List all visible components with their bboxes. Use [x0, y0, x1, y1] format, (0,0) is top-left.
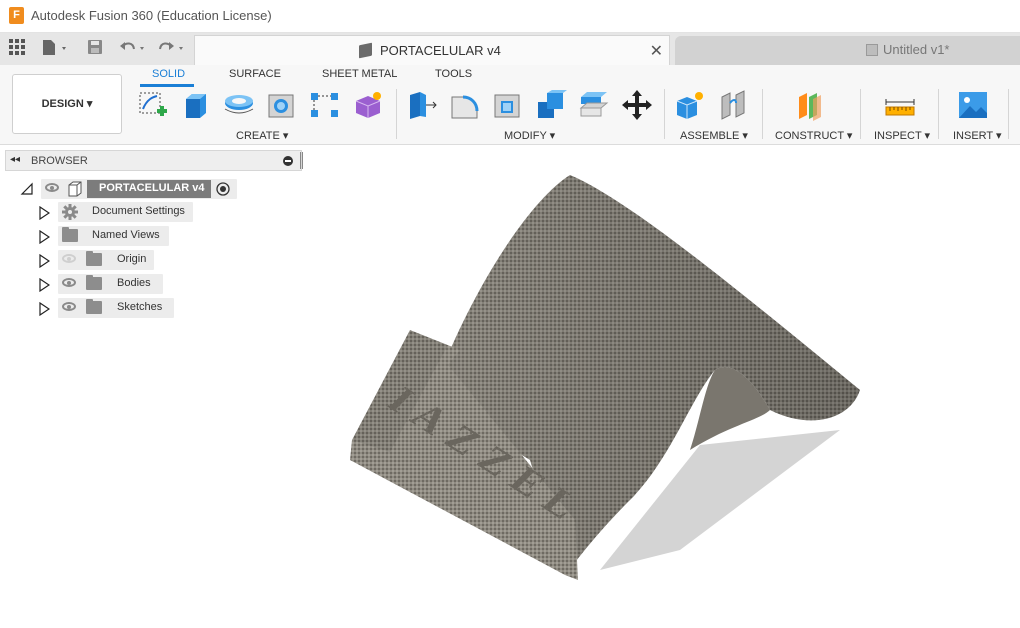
- pattern-icon[interactable]: [309, 89, 341, 121]
- minimize-panel-icon[interactable]: [283, 156, 293, 166]
- offset-plane-icon[interactable]: [795, 89, 827, 121]
- assemble-label: ASSEMBLE: [680, 130, 740, 142]
- panel-resize-handle[interactable]: [300, 152, 303, 169]
- revolve-icon[interactable]: [223, 89, 255, 121]
- expand-triangle-icon[interactable]: [38, 230, 50, 244]
- modify-menu[interactable]: MODIFY ▾: [504, 129, 555, 142]
- create-menu[interactable]: CREATE ▾: [236, 129, 288, 142]
- browser-item-label: Document Settings: [92, 205, 185, 217]
- measure-icon[interactable]: [884, 89, 916, 121]
- redo-icon[interactable]: [158, 39, 188, 59]
- data-panel-grid-icon[interactable]: [9, 39, 25, 59]
- workspace-label: DESIGN: [41, 98, 84, 110]
- modify-label: MODIFY: [504, 130, 547, 142]
- browser-root-node[interactable]: PORTACELULAR v4: [41, 179, 237, 199]
- browser-item-named-views[interactable]: Named Views: [58, 226, 169, 246]
- group-divider: [762, 89, 763, 139]
- new-component-icon[interactable]: [674, 89, 706, 121]
- create-form-icon[interactable]: [352, 89, 384, 121]
- collapse-root-triangle-icon[interactable]: [20, 182, 34, 196]
- phone-stand-model[interactable]: IAZZEL: [330, 160, 900, 590]
- title-bar: F Autodesk Fusion 360 (Education License…: [0, 0, 1020, 33]
- tab-portacelular-v4[interactable]: PORTACELULAR v4 ✕: [194, 35, 670, 65]
- folder-icon: [86, 275, 102, 290]
- group-divider: [938, 89, 939, 139]
- visibility-eye-off-icon[interactable]: [62, 254, 76, 263]
- insert-label: INSERT: [953, 130, 993, 142]
- component-icon: [68, 181, 82, 197]
- expand-triangle-icon[interactable]: [38, 278, 50, 292]
- expand-triangle-icon[interactable]: [38, 302, 50, 316]
- tab-tools[interactable]: TOOLS: [435, 68, 472, 80]
- save-icon[interactable]: [87, 39, 103, 59]
- shell-icon[interactable]: [492, 89, 524, 121]
- file-menu-icon[interactable]: [42, 39, 70, 59]
- inspect-menu[interactable]: INSPECT ▾: [874, 129, 930, 142]
- expand-triangle-icon[interactable]: [38, 206, 50, 220]
- browser-panel-header[interactable]: ◂◂ BROWSER: [5, 150, 302, 171]
- combine-icon[interactable]: [535, 89, 567, 121]
- fillet-icon[interactable]: [449, 89, 481, 121]
- tab-solid[interactable]: SOLID: [152, 68, 185, 80]
- folder-icon: [62, 227, 78, 242]
- create-label: CREATE: [236, 130, 280, 142]
- workspace-switcher-button[interactable]: DESIGN ▾: [12, 74, 122, 134]
- group-divider: [396, 89, 397, 139]
- browser-item-document-settings[interactable]: Document Settings: [58, 202, 193, 222]
- close-tab-icon[interactable]: ✕: [650, 41, 663, 61]
- folder-icon: [86, 251, 102, 266]
- insert-menu[interactable]: INSERT ▾: [953, 129, 1002, 142]
- active-tab-indicator: [140, 84, 194, 87]
- visibility-eye-icon[interactable]: [45, 183, 59, 192]
- browser-item-label: Sketches: [117, 301, 163, 313]
- construct-menu[interactable]: CONSTRUCT ▾: [775, 129, 852, 142]
- gear-icon: [62, 204, 78, 220]
- activate-component-icon[interactable]: [216, 182, 230, 196]
- inspect-label: INSPECT: [874, 130, 922, 142]
- tab-sheet-metal[interactable]: SHEET METAL: [322, 68, 397, 80]
- browser-item-sketches[interactable]: Sketches: [58, 298, 174, 318]
- create-sketch-icon[interactable]: [137, 89, 169, 121]
- tab-untitled-v1[interactable]: Untitled v1*: [675, 36, 1020, 65]
- fusion-logo-icon: F: [9, 7, 24, 24]
- expand-triangle-icon[interactable]: [38, 254, 50, 268]
- tab-label: Untitled v1*: [883, 42, 950, 57]
- ribbon-toolbar: DESIGN ▾ SOLID SURFACE SHEET METAL TOOLS: [0, 65, 1020, 145]
- group-divider: [1008, 89, 1009, 139]
- visibility-eye-icon[interactable]: [62, 278, 76, 287]
- root-component-label: PORTACELULAR v4: [99, 182, 205, 194]
- tab-label: PORTACELULAR v4: [380, 43, 501, 58]
- assemble-menu[interactable]: ASSEMBLE ▾: [680, 129, 748, 142]
- insert-image-icon[interactable]: [957, 89, 989, 121]
- visibility-eye-icon[interactable]: [62, 302, 76, 311]
- press-pull-icon[interactable]: [406, 89, 438, 121]
- collapse-panel-icon[interactable]: ◂◂: [10, 154, 20, 165]
- window-title: Autodesk Fusion 360 (Education License): [31, 8, 272, 23]
- construct-label: CONSTRUCT: [775, 130, 844, 142]
- joint-icon[interactable]: [717, 89, 749, 121]
- extrude-icon[interactable]: [180, 89, 212, 121]
- browser-item-origin[interactable]: Origin: [58, 250, 154, 270]
- browser-item-label: Origin: [117, 253, 147, 265]
- browser-title: BROWSER: [31, 155, 88, 167]
- browser-item-label: Bodies: [117, 277, 151, 289]
- offset-face-icon[interactable]: [578, 89, 610, 121]
- group-divider: [860, 89, 861, 139]
- hole-icon[interactable]: [266, 89, 298, 121]
- move-copy-icon[interactable]: [621, 89, 653, 121]
- group-divider: [664, 89, 665, 139]
- folder-icon: [86, 299, 102, 314]
- component-icon: [866, 44, 878, 56]
- undo-icon[interactable]: [119, 39, 149, 59]
- browser-item-bodies[interactable]: Bodies: [58, 274, 163, 294]
- tab-surface[interactable]: SURFACE: [229, 68, 281, 80]
- component-icon: [359, 42, 372, 59]
- browser-item-label: Named Views: [92, 229, 160, 241]
